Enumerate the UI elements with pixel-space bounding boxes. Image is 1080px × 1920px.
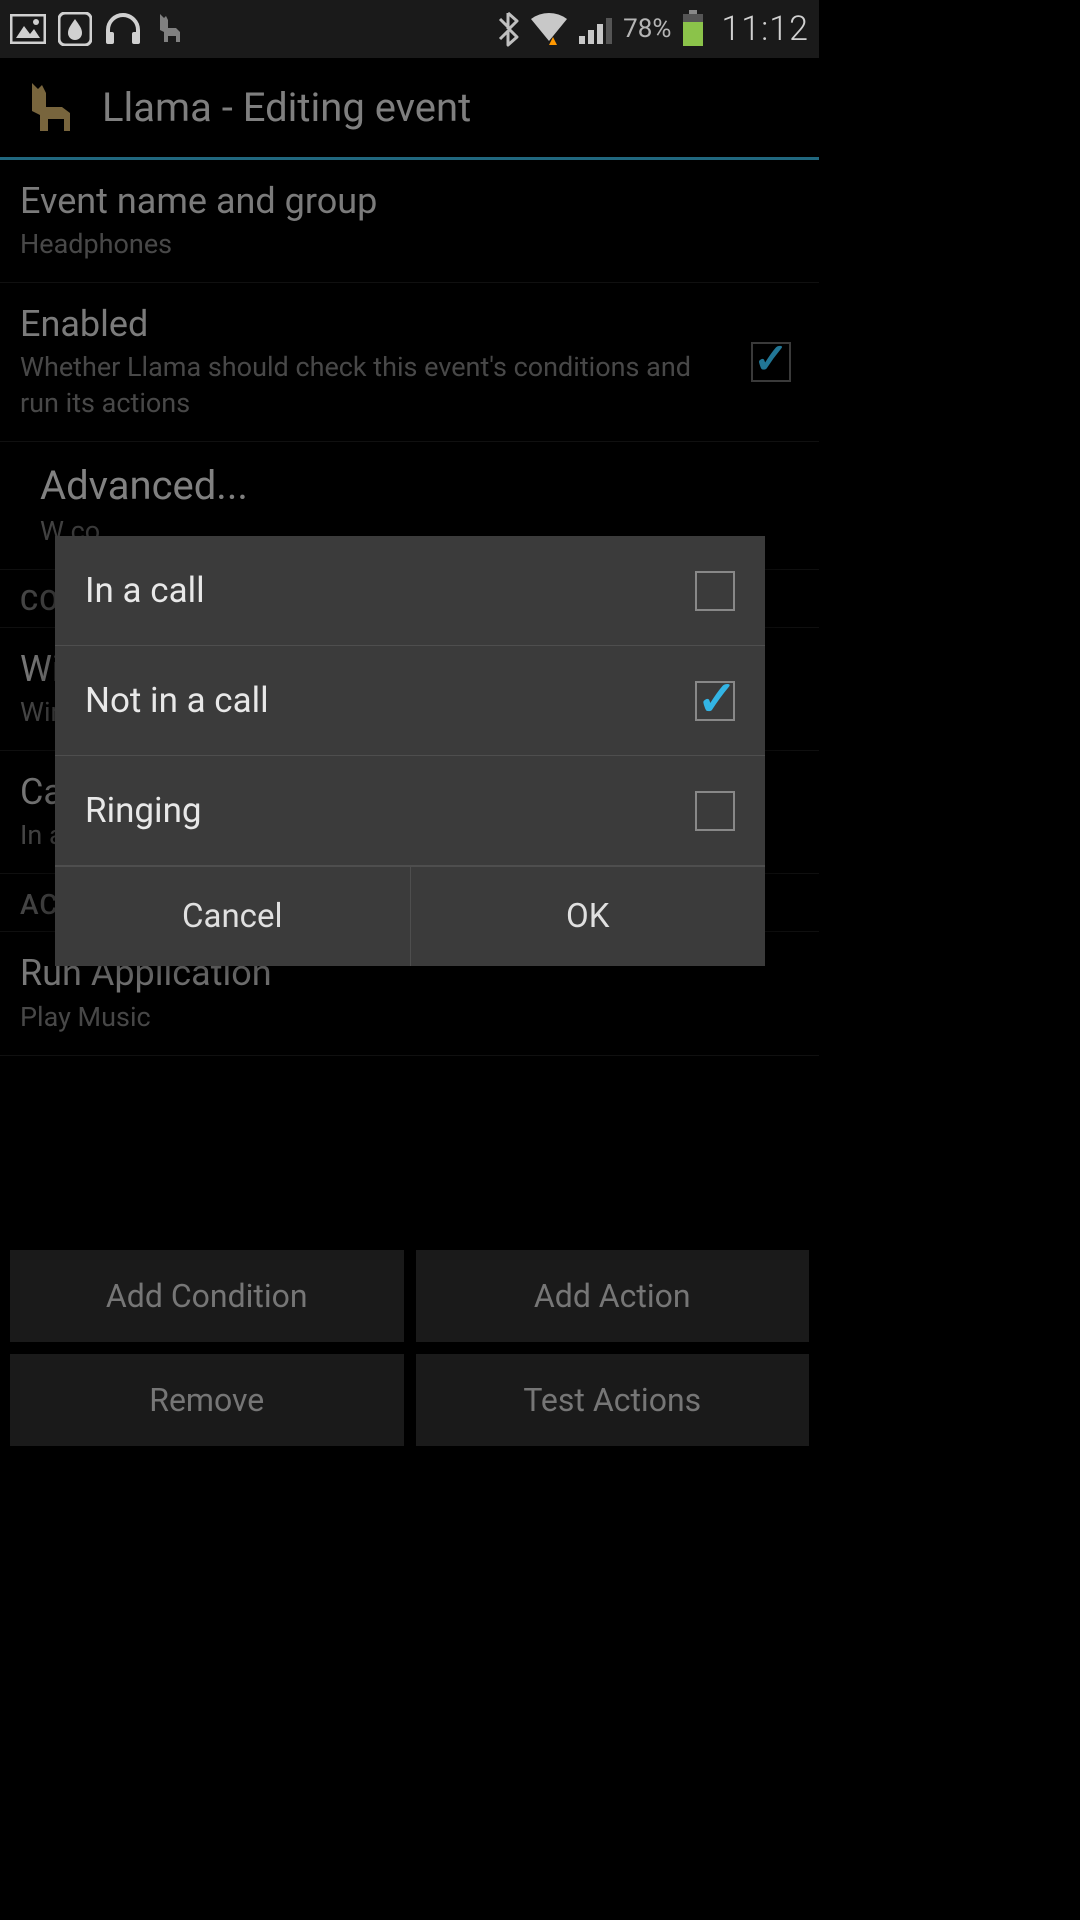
battery-percent: 78%: [623, 14, 671, 44]
status-left: [10, 12, 184, 46]
llama-status-icon: [154, 12, 184, 46]
dialog-option-ringing-checkbox[interactable]: [695, 791, 735, 831]
action-runapp-sub: Play Music: [20, 1000, 799, 1035]
enabled-title: Enabled: [20, 303, 719, 346]
cancel-button[interactable]: Cancel: [55, 867, 410, 966]
remove-label: Remove: [149, 1381, 264, 1419]
advanced-title: Advanced...: [40, 462, 799, 510]
picture-icon: [10, 14, 46, 44]
add-action-button[interactable]: Add Action: [416, 1250, 810, 1342]
battery-icon: [681, 10, 705, 48]
dialog-option-ringing-label: Ringing: [85, 790, 695, 831]
dialog-option-not-in-call-checkbox[interactable]: ✓: [695, 681, 735, 721]
add-action-label: Add Action: [534, 1277, 691, 1315]
button-bar: Add Condition Add Action Remove Test Act…: [0, 1240, 819, 1456]
ok-button[interactable]: OK: [411, 867, 766, 966]
dialog-option-in-call[interactable]: In a call: [55, 536, 765, 646]
event-name-item[interactable]: Event name and group Headphones: [0, 160, 819, 283]
cancel-label: Cancel: [182, 897, 282, 936]
dialog-option-in-call-label: In a call: [85, 570, 695, 611]
drop-icon: [58, 12, 92, 46]
dialog-option-in-call-checkbox[interactable]: [695, 571, 735, 611]
llama-app-icon: [20, 79, 78, 137]
wifi-icon: [529, 13, 569, 45]
remove-button[interactable]: Remove: [10, 1354, 404, 1446]
add-condition-label: Add Condition: [106, 1277, 308, 1315]
signal-icon: [579, 14, 613, 44]
app-header: Llama - Editing event: [0, 58, 819, 160]
status-bar: 78% 11:12: [0, 0, 819, 58]
dialog-buttons: Cancel OK: [55, 866, 765, 966]
dialog-option-ringing[interactable]: Ringing: [55, 756, 765, 866]
page-title: Llama - Editing event: [102, 84, 471, 131]
ok-label: OK: [566, 897, 609, 936]
clock: 11:12: [721, 9, 809, 49]
test-actions-label: Test Actions: [523, 1381, 701, 1419]
enabled-item[interactable]: Enabled Whether Llama should check this …: [0, 283, 819, 441]
dialog-option-not-in-call-label: Not in a call: [85, 680, 695, 721]
test-actions-button[interactable]: Test Actions: [416, 1354, 810, 1446]
event-name-value: Headphones: [20, 227, 799, 262]
screen-root: 78% 11:12 Llama - Editing event Event na…: [0, 0, 819, 1456]
bluetooth-icon: [497, 11, 519, 47]
status-right: 78% 11:12: [497, 9, 809, 49]
enabled-sub: Whether Llama should check this event's …: [20, 350, 719, 420]
add-condition-button[interactable]: Add Condition: [10, 1250, 404, 1342]
headphones-icon: [104, 12, 142, 46]
call-state-dialog: In a call Not in a call ✓ Ringing Cancel…: [55, 536, 765, 966]
enabled-checkbox[interactable]: ✓: [751, 342, 791, 382]
event-name-title: Event name and group: [20, 180, 799, 223]
dialog-option-not-in-call[interactable]: Not in a call ✓: [55, 646, 765, 756]
